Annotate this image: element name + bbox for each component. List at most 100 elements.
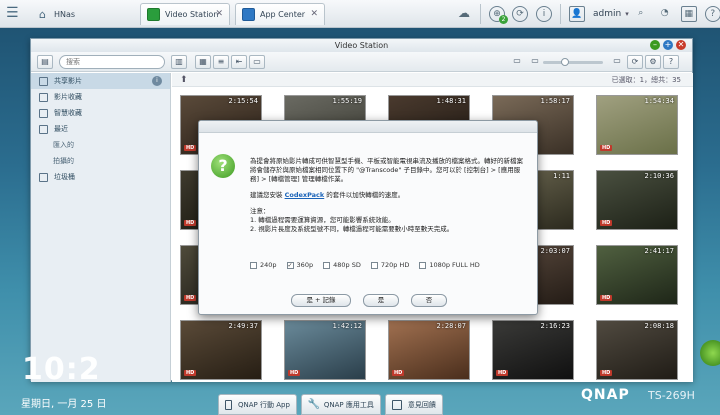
hd-badge: HD [392, 370, 405, 376]
tab-label: App Center [260, 10, 306, 19]
video-thumbnail[interactable]: 2:28:07 HD [388, 320, 470, 380]
minimize-icon[interactable]: – [650, 40, 660, 50]
video-duration: 2:49:37 [228, 322, 258, 330]
dashboard-icon[interactable]: ◔ [657, 6, 673, 22]
sidebar-item[interactable]: 垃圾桶 [31, 169, 170, 185]
dock: QNAP 行動 App 🔧 QNAP 應用工具 意見回饋 [218, 394, 470, 415]
hd-badge: HD [184, 370, 197, 376]
thumbnail-size-slider[interactable] [543, 58, 603, 66]
sidebar-item-label: 匯入的 [53, 141, 74, 149]
close-icon[interactable]: ✕ [310, 9, 318, 19]
recommendation-text: 建議您安裝 [250, 191, 285, 199]
dialog-buttons: 是 + 記錄 是 否 [199, 294, 539, 307]
resolution-option[interactable]: 240p [250, 261, 277, 269]
sidebar-item[interactable]: 共享影片 i [31, 73, 170, 89]
cloud-icon[interactable]: ☁ [456, 6, 472, 22]
folder-view-button[interactable]: ▭ [249, 55, 265, 69]
checkbox[interactable] [419, 261, 427, 269]
video-thumbnail[interactable]: 2:10:36 HD [596, 170, 678, 230]
sidebar-item[interactable]: 最近 [31, 121, 170, 137]
search-input[interactable] [59, 55, 165, 69]
option-label: 720p HD [380, 261, 410, 269]
tab-app-center[interactable]: App Center ✕ [235, 3, 325, 25]
video-thumbnail[interactable]: 2:16:23 HD [492, 320, 574, 380]
refresh-button[interactable]: ⟳ [627, 55, 643, 69]
video-duration: 2:10:36 [644, 172, 674, 180]
video-duration: 1:58:17 [540, 97, 570, 105]
checkbox[interactable] [323, 261, 331, 269]
video-station-icon [147, 8, 160, 21]
sidebar-item[interactable]: 智慧收藏 [31, 105, 170, 121]
sidebar-toggle-button[interactable]: ▤ [37, 55, 53, 69]
transcode-dialog: ? 為提會將原始影片轉成可供智慧型手機、平板或智能電視串流及播放的檔案格式。轉好… [198, 120, 538, 315]
feedback-icon [391, 399, 402, 410]
video-thumbnail[interactable]: 2:08:18 HD [596, 320, 678, 380]
settings-button[interactable]: ⚙ [645, 55, 661, 69]
resolution-option[interactable]: 720p HD [370, 261, 410, 269]
upload-icon[interactable]: ⬆ [180, 75, 188, 85]
video-thumbnail[interactable]: 2:49:37 HD [180, 320, 262, 380]
chevron-down-icon[interactable]: ▾ [625, 10, 629, 18]
tab-video-station[interactable]: Video Station ✕ [140, 3, 230, 25]
thumbnail-view-button[interactable]: ▦ [195, 55, 211, 69]
close-icon[interactable]: ✕ [215, 9, 223, 19]
grid-icon[interactable]: ▦ [680, 6, 697, 22]
divider [480, 4, 481, 24]
sidebar-item-label: 共享影片 [54, 77, 82, 85]
list-view-button[interactable]: ≡ [213, 55, 229, 69]
checkbox[interactable] [370, 261, 378, 269]
sidebar-item-label: 智慧收藏 [54, 109, 82, 117]
video-duration: 2:08:18 [644, 322, 674, 330]
yes-remember-button[interactable]: 是 + 記錄 [291, 294, 351, 307]
main-menu-icon[interactable]: ☰ [6, 6, 22, 20]
slider-handle[interactable] [561, 58, 569, 66]
window-titlebar[interactable]: Video Station – + ✕ [31, 39, 692, 52]
maximize-icon[interactable]: + [663, 40, 673, 50]
dialog-titlebar [199, 121, 537, 133]
yes-button[interactable]: 是 [363, 294, 399, 307]
hd-badge: HD [184, 220, 197, 226]
user-name[interactable]: admin [593, 9, 621, 19]
dialog-description: 為提會將原始影片轉成可供智慧型手機、平板或智能電視串流及播放的檔案格式。轉好的新… [250, 157, 523, 183]
resolution-option[interactable]: 480p SD [323, 261, 361, 269]
library-button[interactable]: ▥ [171, 55, 187, 69]
small-size-icon: ▭ [513, 56, 521, 65]
checkbox[interactable]: ✓ [286, 261, 294, 269]
tab-home[interactable]: ⌂ HNas [30, 3, 135, 25]
folder-icon [39, 76, 48, 86]
hd-badge: HD [600, 220, 613, 226]
info-badge[interactable]: i [152, 76, 162, 86]
sidebar-item[interactable]: 影片收藏 [31, 89, 170, 105]
help-button[interactable]: ? [663, 55, 679, 69]
desktop-clock: 10:2 [22, 352, 101, 387]
help-icon[interactable]: ? [704, 6, 720, 22]
sidebar: 共享影片 i 影片收藏智慧收藏最近匯入的拍攝的垃圾桶 [31, 73, 171, 382]
phone-icon [225, 399, 232, 410]
codexpack-link[interactable]: CodexPack [285, 191, 325, 199]
video-thumbnail[interactable]: 1:54:34 HD [596, 95, 678, 155]
timeline-view-button[interactable]: ⇤ [231, 55, 247, 69]
close-icon[interactable]: ✕ [676, 40, 686, 50]
resolution-option[interactable]: 1080p FULL HD [419, 261, 480, 269]
video-thumbnail[interactable]: 1:42:12 HD [284, 320, 366, 380]
dock-feedback[interactable]: 意見回饋 [384, 394, 443, 415]
dock-mobile-app[interactable]: QNAP 行動 App [218, 394, 297, 415]
question-icon: ? [211, 154, 235, 178]
video-thumbnail[interactable]: 2:41:17 HD [596, 245, 678, 305]
folder-icon [39, 92, 48, 102]
sidebar-item-label: 拍攝的 [53, 157, 74, 165]
search-icon[interactable]: ⌕ [633, 6, 649, 22]
sidebar-item[interactable]: 匯入的 [31, 137, 170, 153]
content-header: ⬆ 已選取：1，總共：35 [172, 73, 693, 87]
divider [560, 4, 561, 24]
resolution-option[interactable]: ✓ 360p [286, 261, 313, 269]
sidebar-item[interactable]: 拍攝的 [31, 153, 170, 169]
status-indicator[interactable] [700, 340, 720, 366]
info-icon[interactable]: i [536, 6, 552, 22]
checkbox[interactable] [250, 261, 257, 269]
dock-utility[interactable]: 🔧 QNAP 應用工具 [300, 394, 381, 415]
resolution-options: 240p ✓ 360p 480p SD 720p HD 1080p FULL HD [250, 261, 490, 269]
toolbar: ▤ ▥ ▦ ≡ ⇤ ▭ ▭ ▭ ▭ ⟳ ⚙ ? [31, 52, 692, 72]
sync-icon[interactable]: ⟳ [512, 6, 528, 22]
no-button[interactable]: 否 [411, 294, 447, 307]
